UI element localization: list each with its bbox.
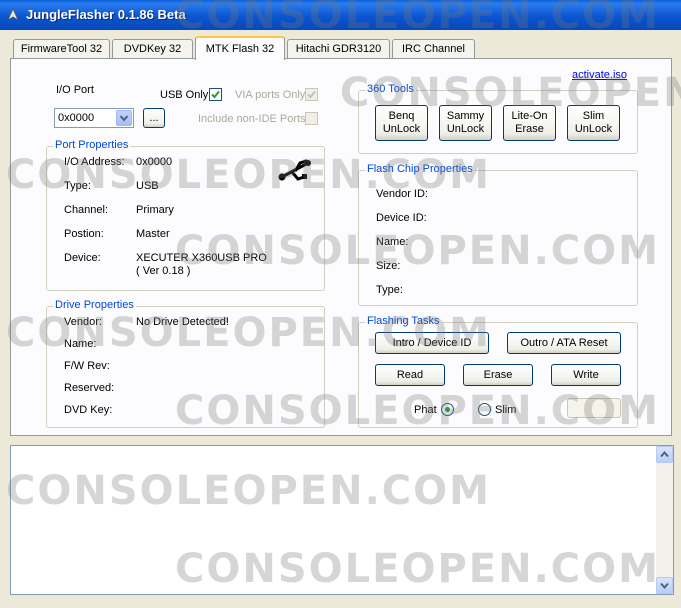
io-port-label: I/O Port [56, 84, 94, 96]
watermark: CONSOLEOPEN.COM [175, 228, 660, 274]
chevron-up-icon [660, 450, 669, 458]
fw-rev-label: F/W Rev: [64, 360, 110, 372]
device-id-label: Device ID: [376, 212, 427, 224]
non-ide-label: Include non-IDE Ports [198, 113, 306, 125]
tab-irc-channel[interactable]: IRC Channel [392, 39, 475, 59]
position-label: Postion: [64, 228, 104, 240]
sammy-line2: UnLock [446, 123, 485, 135]
chip-type-label: Type: [376, 284, 403, 296]
chevron-down-icon[interactable] [116, 110, 132, 126]
check-icon [307, 90, 316, 99]
outro-ata-reset-button[interactable]: Outro / ATA Reset [507, 332, 621, 354]
via-ports-label: VIA ports Only [235, 89, 306, 101]
via-ports-checkbox[interactable] [305, 88, 318, 101]
reserved-label: Reserved: [64, 382, 115, 394]
app-icon [7, 8, 19, 22]
read-button[interactable]: Read [375, 364, 445, 386]
device-label: Device: [64, 252, 101, 264]
non-ide-checkbox[interactable] [305, 112, 318, 125]
scroll-up-button[interactable] [656, 446, 673, 463]
position-value: Master [136, 228, 170, 240]
channel-label: Channel: [64, 204, 109, 216]
watermark: CONSOLEOPEN.COM [6, 152, 491, 198]
usb-only-label: USB Only [160, 89, 209, 101]
window-title: JungleFlasher 0.1.86 Beta [26, 7, 186, 22]
io-port-value: 0x0000 [58, 112, 95, 124]
tab-mtk-flash[interactable]: MTK Flash 32 [195, 36, 285, 60]
watermark: CONSOLEOPEN.COM [175, 388, 660, 434]
watermark: CONSOLEOPEN.COM [175, 546, 660, 592]
liteon-line2: Erase [515, 123, 544, 135]
io-port-select[interactable]: 0x0000 [54, 108, 134, 128]
tab-firmwaretool[interactable]: FirmwareTool 32 [13, 39, 110, 59]
tab-hitachi[interactable]: Hitachi GDR3120 [287, 39, 390, 59]
port-properties-title: Port Properties [53, 139, 131, 151]
dvd-key-label: DVD Key: [64, 404, 113, 416]
usb-only-checkbox[interactable] [209, 88, 222, 101]
benq-line2: UnLock [382, 123, 421, 135]
browse-port-button[interactable]: ... [143, 108, 165, 128]
check-icon [211, 90, 220, 99]
watermark: CONSOLEOPEN.COM [340, 70, 681, 116]
watermark: CONSOLEOPEN.COM [175, 0, 660, 38]
channel-value: Primary [136, 204, 174, 216]
write-button[interactable]: Write [551, 364, 621, 386]
tab-dvdkey[interactable]: DVDKey 32 [112, 39, 193, 59]
watermark: CONSOLEOPEN.COM [6, 468, 491, 514]
erase-button[interactable]: Erase [463, 364, 533, 386]
slim-line2: UnLock [574, 123, 613, 135]
watermark: CONSOLEOPEN.COM [6, 310, 491, 356]
